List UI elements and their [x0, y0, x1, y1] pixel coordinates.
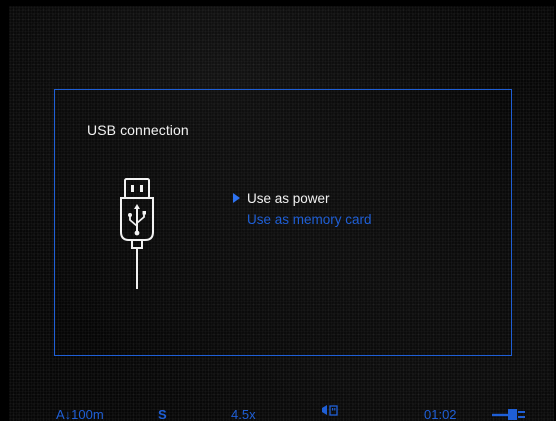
option-label: Use as memory card: [247, 212, 372, 227]
clock-indicator: 01:02: [424, 407, 457, 421]
screen-bezel-top: [0, 0, 556, 6]
usb-connection-icon: [322, 405, 338, 416]
selection-arrow-icon: [233, 193, 240, 203]
screen-bezel-left: [0, 0, 9, 421]
zoom-indicator: 4.5x: [231, 407, 256, 421]
range-indicator: A↓100m: [56, 407, 104, 421]
usb-connection-dialog: USB connection Use as power Use as memor…: [54, 89, 512, 356]
option-use-as-power[interactable]: Use as power: [229, 190, 489, 211]
mode-indicator: S: [158, 407, 167, 421]
battery-charging-icon: [492, 409, 525, 420]
option-use-as-memory-card[interactable]: Use as memory card: [229, 211, 489, 232]
usb-options-menu: Use as power Use as memory card: [229, 190, 489, 232]
status-bar: A↓100m S 4.5x 01:02: [0, 401, 556, 421]
usb-plug-icon: [120, 178, 154, 289]
option-label: Use as power: [247, 191, 330, 206]
device-screen: USB connection Use as power Use as memor…: [0, 0, 556, 421]
dialog-title: USB connection: [87, 122, 189, 138]
